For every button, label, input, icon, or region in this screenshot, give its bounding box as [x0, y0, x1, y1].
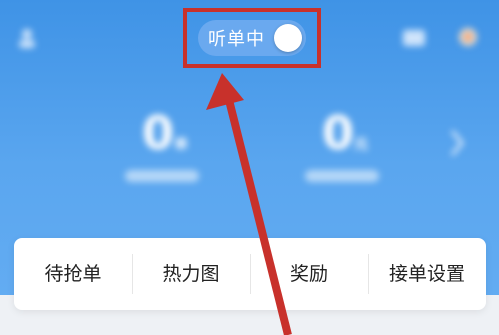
chevron-right-icon[interactable]: [448, 128, 466, 158]
user-icon[interactable]: [18, 28, 36, 48]
annotation-highlight-box: [183, 8, 321, 68]
stat-income-unit: 元: [354, 137, 368, 153]
menu-item-rewards[interactable]: 奖励: [250, 238, 368, 310]
stat-income-caption: [305, 170, 379, 182]
quick-menu: 待抢单 热力图 奖励 接单设置: [14, 238, 486, 310]
stat-orders-value: 0: [141, 106, 174, 160]
menu-item-heatmap[interactable]: 热力图: [132, 238, 250, 310]
menu-item-order-settings[interactable]: 接单设置: [368, 238, 486, 310]
settings-icon[interactable]: [456, 26, 480, 48]
stat-income-value: 0: [321, 106, 354, 160]
message-icon[interactable]: [403, 30, 425, 46]
menu-item-pending-orders[interactable]: 待抢单: [14, 238, 132, 310]
stat-orders: 0单: [125, 110, 205, 182]
stat-orders-unit: 单: [174, 137, 188, 153]
stat-income: 0元: [305, 110, 385, 182]
stat-orders-caption: [125, 170, 199, 182]
